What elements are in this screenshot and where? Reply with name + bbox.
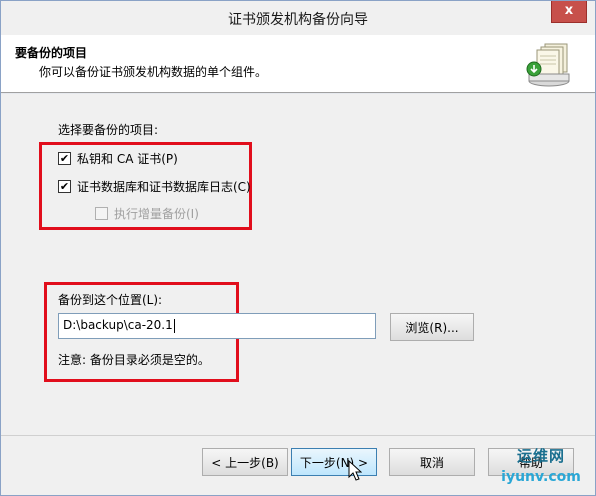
back-button[interactable]: < 上一步(B)	[202, 448, 288, 476]
wizard-window: 证书颁发机构备份向导 x 要备份的项目 你可以备份证书颁发机构数据的单个组件。 …	[0, 0, 596, 496]
watermark: 运维网 iyunv.com	[493, 445, 589, 491]
title-bar[interactable]: 证书颁发机构备份向导 x	[1, 1, 595, 35]
checkbox-private-key[interactable]: ✔ 私钥和 CA 证书(P)	[58, 150, 178, 167]
wizard-body: 选择要备份的项目: ✔ 私钥和 CA 证书(P) ✔ 证书数据库和证书数据库日志…	[1, 94, 595, 435]
browse-button[interactable]: 浏览(R)...	[390, 313, 474, 341]
mouse-cursor-icon	[348, 460, 362, 481]
window-title: 证书颁发机构备份向导	[228, 12, 368, 28]
checkbox-private-key-box[interactable]: ✔	[58, 152, 71, 165]
checkbox-cert-database-label: 证书数据库和证书数据库日志(C)	[77, 180, 251, 194]
checkbox-incremental-box	[95, 207, 108, 220]
cancel-button[interactable]: 取消	[389, 448, 475, 476]
checkbox-incremental-label: 执行增量备份(I)	[114, 207, 199, 221]
watermark-line2: iyunv.com	[501, 469, 581, 485]
backup-location-input[interactable]: D:\backup\ca-20.1	[58, 313, 376, 339]
next-button[interactable]: 下一步(N) >	[291, 448, 377, 476]
checkbox-cert-database[interactable]: ✔ 证书数据库和证书数据库日志(C)	[58, 178, 251, 195]
empty-dir-note: 注意: 备份目录必须是空的。	[58, 353, 210, 367]
close-icon: x	[564, 3, 574, 18]
checkbox-incremental: 执行增量备份(I)	[95, 205, 199, 222]
backup-wizard-icon	[526, 43, 570, 87]
page-subtitle: 你可以备份证书颁发机构数据的单个组件。	[39, 65, 268, 79]
text-caret	[173, 318, 175, 333]
wizard-header: 要备份的项目 你可以备份证书颁发机构数据的单个组件。	[1, 35, 595, 93]
location-label: 备份到这个位置(L):	[58, 293, 163, 307]
close-button[interactable]: x	[551, 1, 587, 23]
checkbox-private-key-label: 私钥和 CA 证书(P)	[77, 152, 178, 166]
watermark-line1: 运维网	[516, 447, 565, 465]
page-title: 要备份的项目	[15, 46, 88, 60]
items-label: 选择要备份的项目:	[58, 123, 159, 137]
backup-location-value: D:\backup\ca-20.1	[63, 318, 173, 332]
checkbox-cert-database-box[interactable]: ✔	[58, 180, 71, 193]
